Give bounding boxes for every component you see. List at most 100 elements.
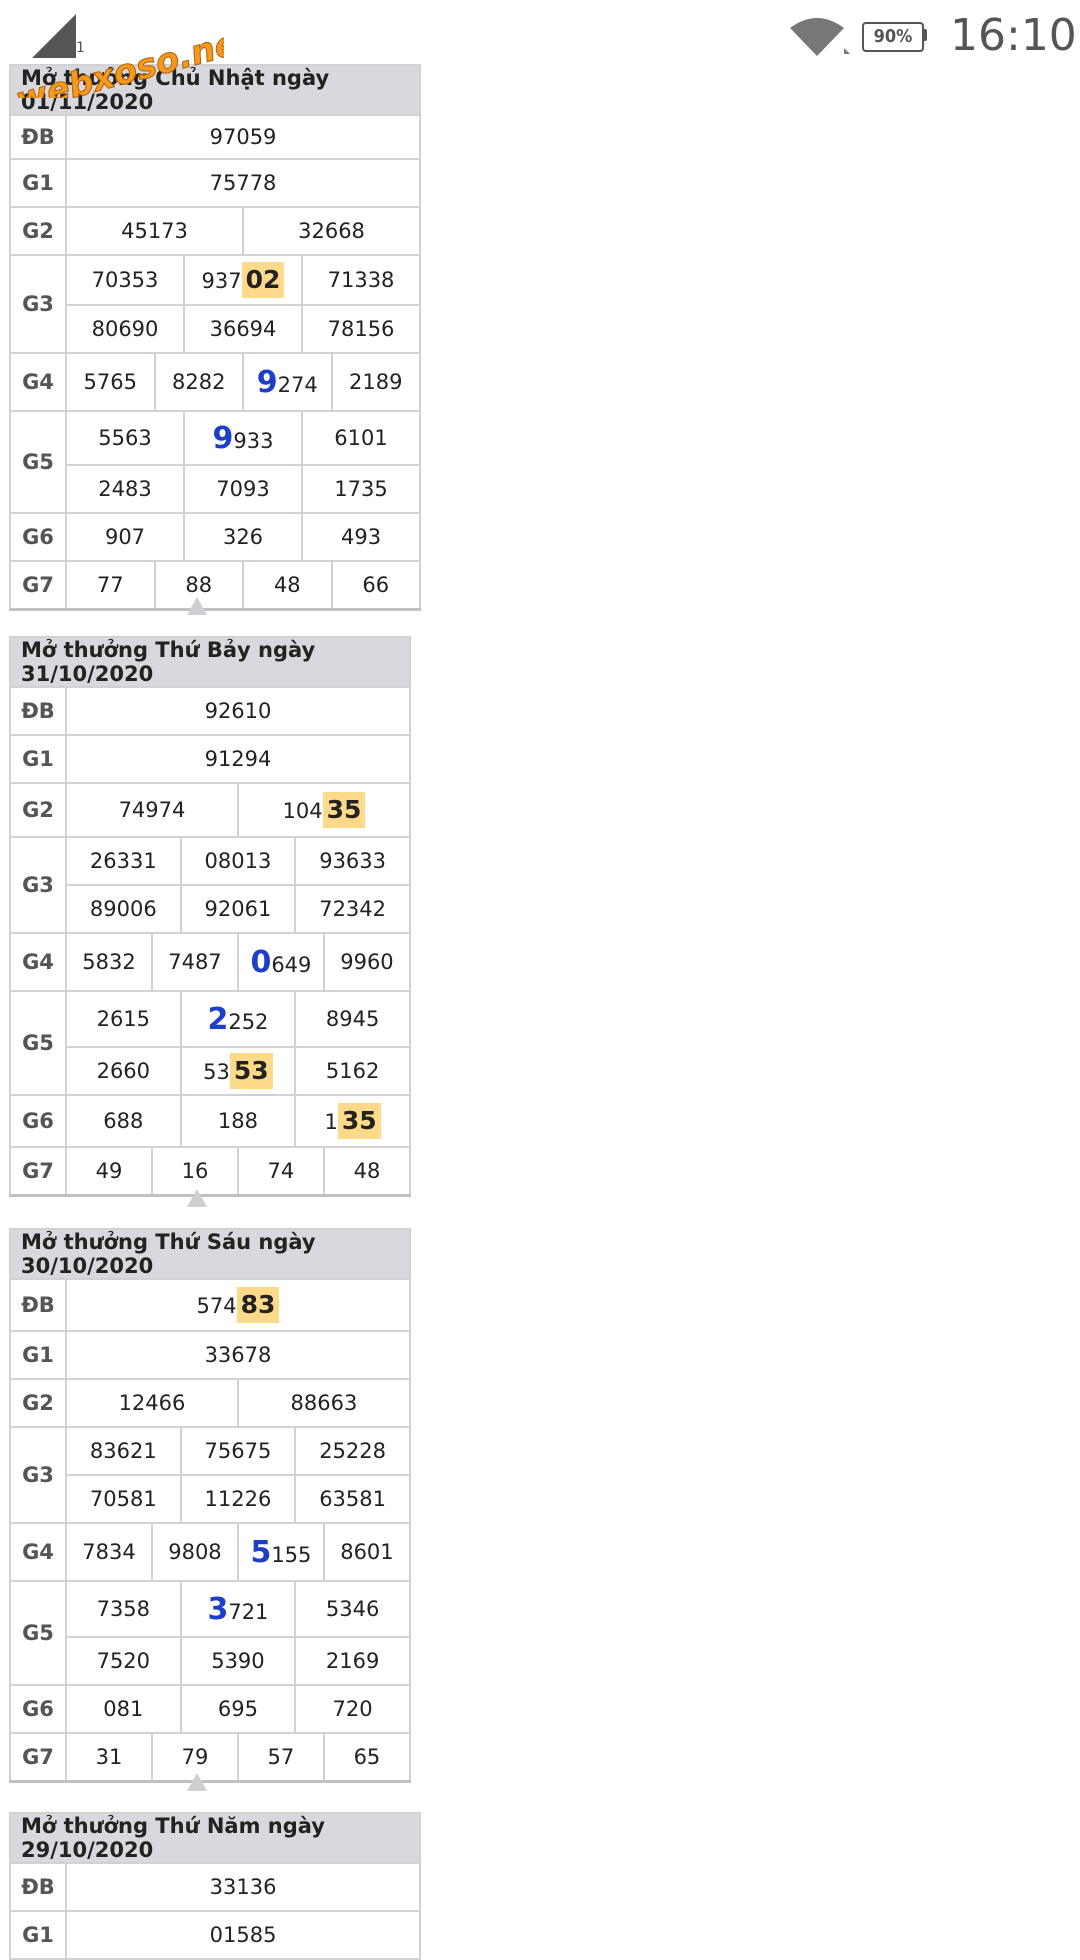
prize-number: 01585 (64, 1910, 422, 1960)
prize-label: G7 (9, 1732, 67, 1783)
prize-number: 08013 (179, 836, 297, 886)
prize-label: G2 (9, 1378, 67, 1428)
prize-number: 5155 (236, 1522, 325, 1582)
results-table: Mở thưởng Thứ Năm ngày 29/10/2020 ĐB 33136… (8, 1812, 422, 1960)
prize-number: 57 (236, 1732, 325, 1783)
prize-row: G6 907 326 493 (9, 512, 422, 562)
scroll-up-arrow-icon[interactable] (187, 1189, 207, 1207)
prize-row: 80690 36694 78156 (10, 304, 422, 354)
prize-number: 9933 (183, 410, 303, 466)
battery-cap (922, 29, 927, 41)
results-table: Mở thưởng Chủ Nhật ngày 01/11/2020 ĐB 9705… (8, 64, 422, 611)
results-table: Mở thưởng Thứ Sáu ngày 30/10/2020 ĐB 574 83… (9, 1228, 411, 1783)
prize-number: 1 35 (294, 1094, 411, 1148)
prize-number: 5563 (65, 410, 185, 466)
prize-number: 65 (322, 1732, 411, 1783)
prize-label: G3 (9, 1426, 67, 1524)
highlight-digits: 35 (322, 792, 366, 828)
prize-number: 48 (322, 1146, 411, 1197)
prize-number: 2169 (294, 1636, 411, 1686)
prize-number: 11226 (179, 1474, 297, 1524)
highlight-digits: 02 (241, 262, 285, 298)
prize-number: 71338 (300, 254, 422, 306)
prize-number: 49 (65, 1146, 153, 1197)
prize-row: G2 12466 88663 (9, 1378, 411, 1428)
prize-number: 7093 (183, 464, 303, 514)
prize-number: 26331 (65, 836, 182, 886)
prize-label: G1 (9, 1330, 67, 1380)
scroll-up-arrow-icon[interactable] (187, 1773, 207, 1791)
prize-row: 2660 53 53 5162 (10, 1046, 411, 1096)
prize-number: 33678 (65, 1330, 411, 1380)
prize-number: 92061 (179, 884, 297, 934)
prize-number: 5765 (65, 352, 156, 412)
prize-number: 36694 (183, 304, 303, 354)
prize-number: 2189 (330, 352, 422, 412)
prize-number: 720 (294, 1684, 411, 1734)
lead-digit: 9 (256, 364, 278, 400)
prize-row: ĐB 33136 (9, 1862, 422, 1912)
scroll-up-arrow-icon[interactable] (187, 597, 207, 615)
prize-number: 326 (183, 512, 303, 562)
prize-number: 25228 (294, 1426, 411, 1476)
prize-row: ĐB 97059 (9, 114, 422, 160)
prize-row: G3 26331 08013 93633 (9, 836, 411, 934)
prize-row: G7 49 16 74 48 (9, 1146, 411, 1197)
webxoso-logo: webxoso.net (11, 18, 224, 98)
prize-label: G5 (9, 410, 67, 514)
prize-row: ĐB 574 83 (9, 1278, 411, 1332)
prize-number: 8945 (294, 990, 411, 1048)
prize-number: 75778 (64, 158, 422, 208)
prize-number: 89006 (65, 884, 182, 934)
battery-level: 90% (873, 26, 913, 47)
prize-label: ĐB (9, 686, 67, 736)
prize-number: 695 (179, 1684, 297, 1734)
prize-number: 3721 (179, 1580, 297, 1638)
prize-row: G1 33678 (9, 1330, 411, 1380)
prize-label: G7 (9, 560, 67, 611)
prize-number: 0649 (236, 932, 325, 992)
draw-block: Mở thưởng Thứ Sáu ngày 30/10/2020 ĐB 574 83… (9, 1228, 411, 1783)
prize-label: G5 (9, 1580, 67, 1686)
results-table: Mở thưởng Thứ Bảy ngày 31/10/2020 ĐB 92610… (9, 636, 411, 1197)
prize-number: 7487 (150, 932, 239, 992)
draw-title: Mở thưởng Thứ Bảy ngày 31/10/2020 (9, 636, 411, 688)
prize-number: 77 (65, 560, 156, 611)
prize-label: G2 (9, 782, 67, 838)
prize-number: 70581 (65, 1474, 182, 1524)
draw-title: Mở thưởng Thứ Sáu ngày 30/10/2020 (9, 1228, 411, 1280)
prize-number: 83621 (65, 1426, 182, 1476)
prize-number: 5162 (294, 1046, 411, 1096)
prize-row: 70581 11226 63581 (10, 1474, 411, 1524)
prize-label: G4 (9, 1522, 67, 1582)
prize-number: 7834 (65, 1522, 153, 1582)
prize-label: G3 (9, 254, 67, 354)
lead-digit: 2 (207, 1001, 229, 1037)
prize-row: G2 74974 104 35 (9, 782, 411, 838)
prize-label: G6 (9, 512, 67, 562)
prize-row: G4 7834 9808 5155 8601 (9, 1522, 411, 1582)
prize-label: G5 (9, 990, 67, 1096)
prize-number: 32668 (241, 206, 422, 256)
prize-number: 9960 (322, 932, 411, 992)
prize-row: G6 081 695 720 (9, 1684, 411, 1734)
prize-number: 74 (236, 1146, 325, 1197)
prize-number: 6101 (300, 410, 422, 466)
clock: 16:10 (950, 10, 1077, 61)
prize-label: G7 (9, 1146, 67, 1197)
prize-number: 93633 (294, 836, 411, 886)
prize-number: 66 (330, 560, 422, 611)
prize-label: ĐB (9, 1862, 67, 1912)
prize-number: 9808 (150, 1522, 239, 1582)
prize-number: 081 (65, 1684, 182, 1734)
lead-digit: 3 (207, 1591, 229, 1627)
prize-number: 2660 (65, 1046, 182, 1096)
prize-number: 31 (65, 1732, 153, 1783)
prize-label: G3 (9, 836, 67, 934)
prize-number: 72342 (294, 884, 411, 934)
prize-number: 75675 (179, 1426, 297, 1476)
prize-row: G1 01585 (9, 1910, 422, 1960)
prize-number: 7358 (65, 1580, 182, 1638)
prize-number: 493 (300, 512, 422, 562)
prize-label: ĐB (9, 1278, 67, 1332)
